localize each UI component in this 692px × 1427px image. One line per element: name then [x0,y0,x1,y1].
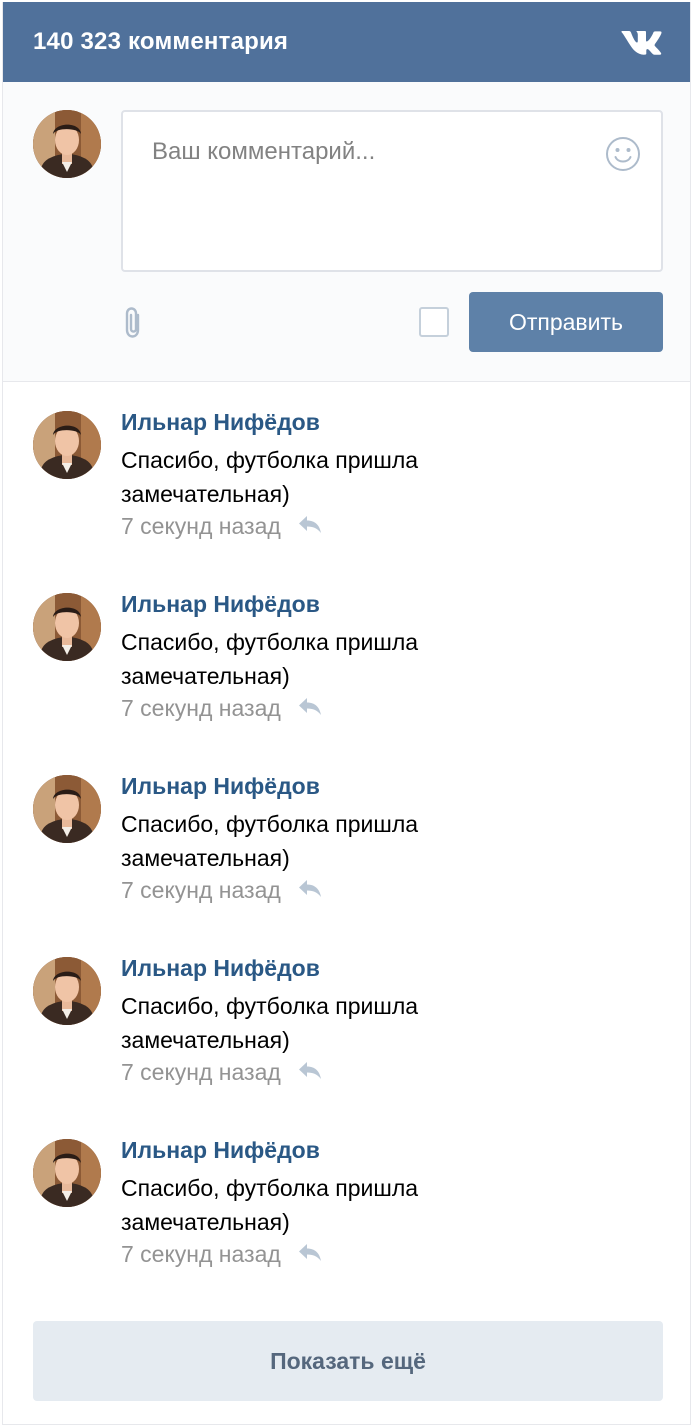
comment-author-name[interactable]: Ильнар Нифёдов [121,409,320,436]
reply-icon[interactable] [297,1060,323,1085]
post-as-checkbox[interactable] [419,307,449,337]
comments-widget: 140 323 комментария Ваш комментарий... О… [2,2,691,1425]
comment-timestamp[interactable]: 7 секунд назад [121,695,281,722]
comment-meta: 7 секунд назад [121,695,323,722]
comment-text: Спасибо, футболка пришла замечательная) [121,447,419,507]
comment-input[interactable]: Ваш комментарий... [121,110,663,272]
comment-item: Ильнар Нифёдов Спасибо, футболка пришла … [3,591,663,753]
comment-author-name[interactable]: Ильнар Нифёдов [121,773,320,800]
comment-text: Спасибо, футболка пришла замечательная) [121,993,419,1053]
reply-icon[interactable] [297,696,323,721]
comment-author-name[interactable]: Ильнар Нифёдов [121,1137,320,1164]
comment-timestamp[interactable]: 7 секунд назад [121,1241,281,1268]
comment-text: Спасибо, футболка пришла замечательная) [121,629,419,689]
comment-meta: 7 секунд назад [121,513,323,540]
reply-icon[interactable] [297,878,323,903]
current-user-avatar[interactable] [33,110,101,178]
reply-icon[interactable] [297,1242,323,1267]
comment-text: Спасибо, футболка пришла замечательная) [121,1175,419,1235]
comment-author-avatar[interactable] [33,775,101,843]
comment-item: Ильнар Нифёдов Спасибо, футболка пришла … [3,773,663,935]
comment-item: Ильнар Нифёдов Спасибо, футболка пришла … [3,1137,663,1299]
comment-author-avatar[interactable] [33,1139,101,1207]
comment-timestamp[interactable]: 7 секунд назад [121,877,281,904]
comment-timestamp[interactable]: 7 секунд назад [121,513,281,540]
comment-item: Ильнар Нифёдов Спасибо, футболка пришла … [3,409,663,571]
paperclip-icon[interactable] [121,306,147,345]
comment-meta: 7 секунд назад [121,1059,323,1086]
comment-author-avatar[interactable] [33,593,101,661]
comment-author-avatar[interactable] [33,411,101,479]
send-button[interactable]: Отправить [469,292,663,352]
comment-input-placeholder: Ваш комментарий... [152,138,376,165]
smile-icon[interactable] [605,136,641,177]
comment-author-name[interactable]: Ильнар Нифёдов [121,591,320,618]
vk-logo-icon[interactable] [620,29,662,55]
comment-item: Ильнар Нифёдов Спасибо, футболка пришла … [3,955,663,1117]
comment-timestamp[interactable]: 7 секунд назад [121,1059,281,1086]
reply-icon[interactable] [297,514,323,539]
comment-meta: 7 секунд назад [121,877,323,904]
comment-meta: 7 секунд назад [121,1241,323,1268]
comment-author-name[interactable]: Ильнар Нифёдов [121,955,320,982]
widget-header: 140 323 комментария [3,2,690,82]
comment-author-avatar[interactable] [33,957,101,1025]
comment-composer: Ваш комментарий... Отправить [3,82,690,382]
show-more-button[interactable]: Показать ещё [33,1321,663,1401]
comments-count-title: 140 323 комментария [33,28,289,55]
comment-text: Спасибо, футболка пришла замечательная) [121,811,419,871]
